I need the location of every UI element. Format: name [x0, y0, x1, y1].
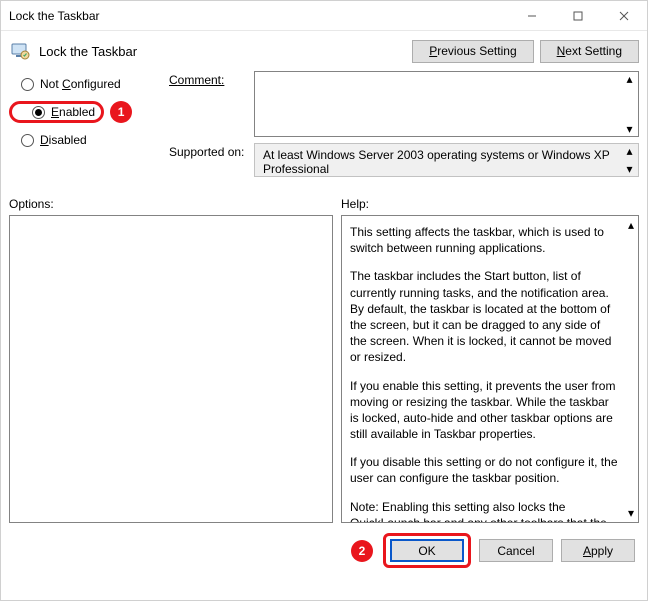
panes-row: This setting affects the taskbar, which … [1, 215, 647, 523]
supported-field-row: Supported on: At least Windows Server 20… [169, 143, 639, 177]
radio-icon [21, 78, 34, 91]
fields-column: Comment: ▴▾ Supported on: At least Windo… [169, 71, 639, 183]
titlebar: Lock the Taskbar [1, 1, 647, 31]
supported-label: Supported on: [169, 143, 254, 177]
comment-label: Comment: [169, 71, 254, 137]
help-para: The taskbar includes the Start button, l… [350, 268, 620, 365]
policy-title: Lock the Taskbar [39, 44, 406, 59]
next-setting-button[interactable]: Next Setting [540, 40, 639, 63]
radio-icon [32, 106, 45, 119]
window-controls [509, 1, 647, 31]
radio-label: Enabled [51, 105, 95, 119]
comment-textarea[interactable]: ▴▾ [254, 71, 639, 137]
minimize-button[interactable] [509, 1, 555, 31]
help-label: Help: [341, 197, 369, 211]
help-para: This setting affects the taskbar, which … [350, 224, 620, 256]
supported-on-box: At least Windows Server 2003 operating s… [254, 143, 639, 177]
apply-button[interactable]: Apply [561, 539, 635, 562]
close-button[interactable] [601, 1, 647, 31]
pane-labels: Options: Help: [1, 191, 647, 215]
radio-group: Not Configured Enabled 1 Disabled [9, 71, 169, 183]
previous-setting-button[interactable]: Previous Setting [412, 40, 533, 63]
dialog-window: Lock the Taskbar Lock the Taskbar Previo… [0, 0, 648, 601]
supported-value: At least Windows Server 2003 operating s… [263, 148, 610, 176]
header-row: Lock the Taskbar Previous Setting Next S… [1, 31, 647, 71]
cancel-button[interactable]: Cancel [479, 539, 553, 562]
maximize-button[interactable] [555, 1, 601, 31]
annotation-callout-1: 1 [110, 101, 132, 123]
radio-disabled[interactable]: Disabled [9, 133, 169, 147]
help-text: This setting affects the taskbar, which … [342, 216, 638, 523]
annotation-highlight: Enabled [9, 101, 104, 123]
annotation-callout-2: 2 [351, 540, 373, 562]
radio-icon [21, 134, 34, 147]
window-title: Lock the Taskbar [9, 9, 509, 23]
config-section: Not Configured Enabled 1 Disabled Commen… [1, 71, 647, 191]
radio-label: Disabled [40, 133, 87, 147]
options-pane[interactable] [9, 215, 333, 523]
help-para: Note: Enabling this setting also locks t… [350, 499, 620, 523]
help-para: If you enable this setting, it prevents … [350, 378, 620, 443]
radio-not-configured[interactable]: Not Configured [9, 77, 169, 91]
footer-buttons: 2 OK Cancel Apply [1, 523, 647, 578]
scrollbar[interactable]: ▴▾ [623, 144, 636, 176]
options-label: Options: [9, 197, 341, 211]
policy-icon [9, 40, 31, 62]
radio-enabled[interactable]: Enabled 1 [9, 101, 169, 123]
scrollbar[interactable]: ▴▾ [624, 216, 638, 522]
scrollbar[interactable]: ▴▾ [623, 72, 636, 136]
annotation-highlight: OK [383, 533, 471, 568]
comment-field-row: Comment: ▴▾ [169, 71, 639, 137]
radio-label: Not Configured [40, 77, 121, 91]
help-para: If you disable this setting or do not co… [350, 454, 620, 486]
help-pane: This setting affects the taskbar, which … [341, 215, 639, 523]
ok-button[interactable]: OK [390, 539, 464, 562]
